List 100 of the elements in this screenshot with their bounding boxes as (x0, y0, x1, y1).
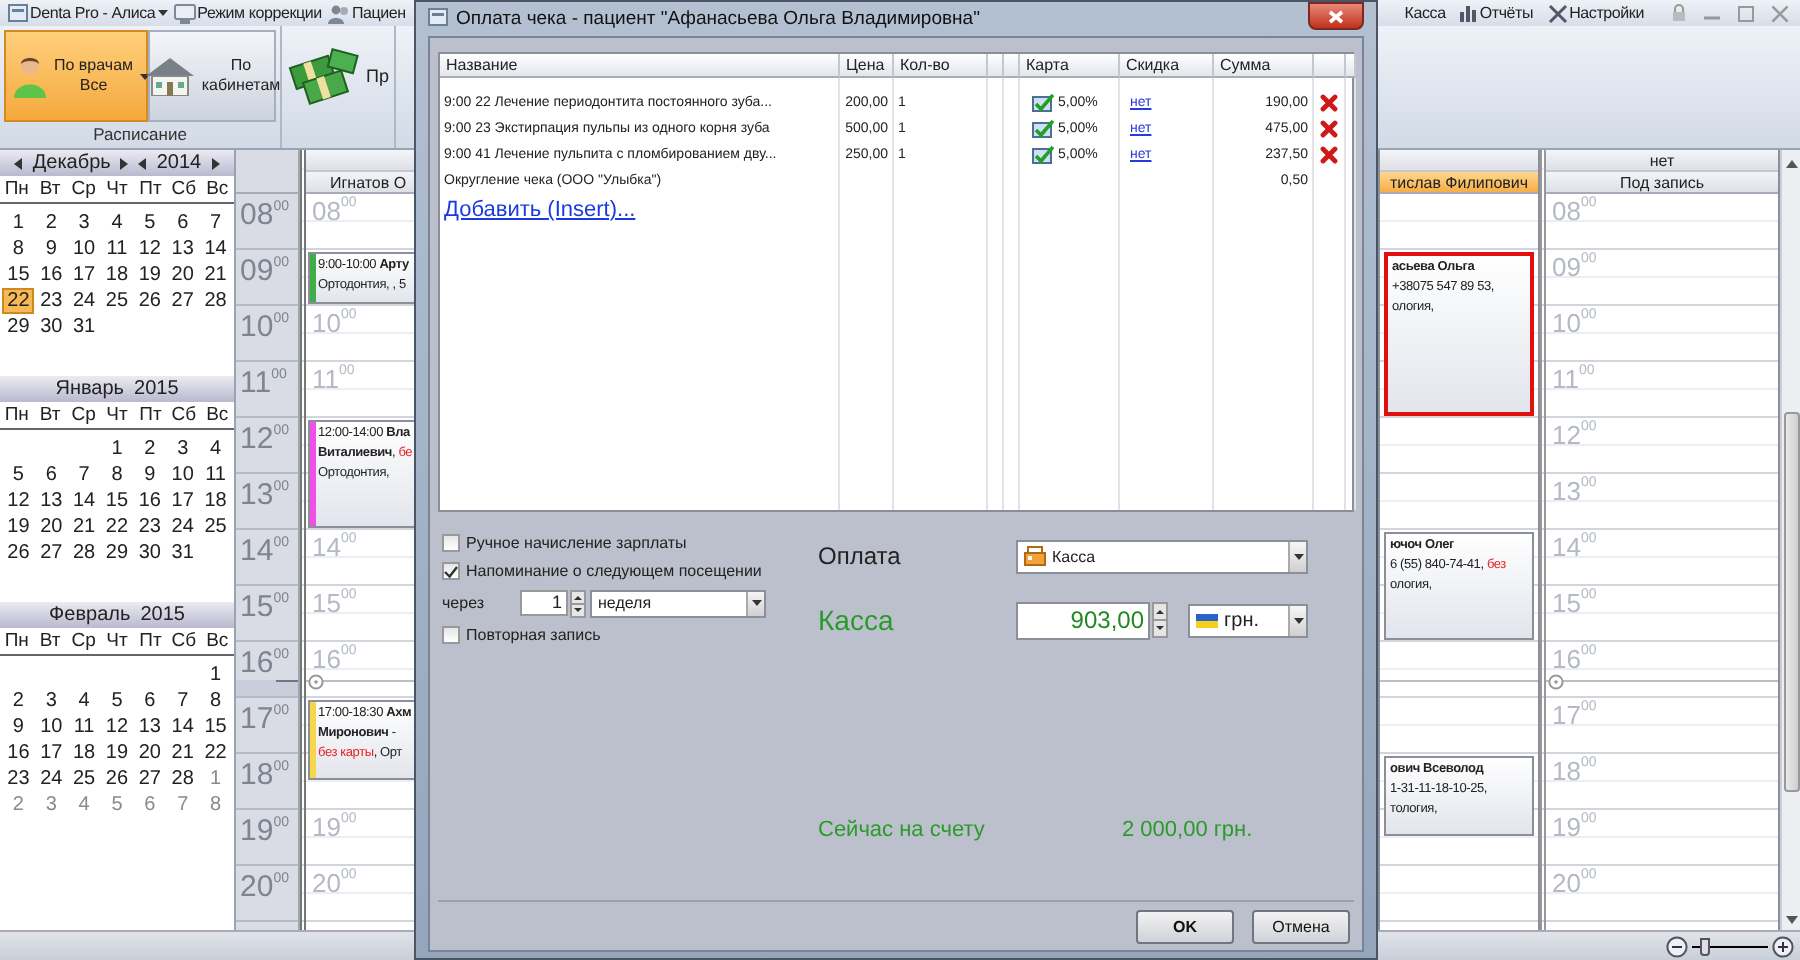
calendar-day[interactable]: 18 (100, 262, 134, 288)
calendar-day[interactable]: 27 (34, 540, 68, 566)
calendar-day[interactable]: 10 (166, 462, 200, 488)
calendar-day[interactable]: 11 (100, 236, 134, 262)
payment-method-dropdown[interactable]: Касса (1016, 539, 1308, 573)
previous-arrow-icon[interactable] (14, 157, 23, 169)
calendar-day[interactable]: 1 (2, 210, 35, 236)
calendar-day[interactable]: 14 (166, 714, 200, 740)
calendar-day[interactable]: 1 (100, 436, 134, 462)
calendar-day[interactable]: 26 (133, 288, 167, 314)
dropdown-button[interactable] (746, 591, 764, 615)
calendar-day[interactable]: 31 (67, 314, 101, 340)
column-header[interactable]: тислав Филипович (1380, 172, 1538, 194)
calendar-day[interactable]: 5 (2, 462, 35, 488)
spin-buttons-icon[interactable] (570, 589, 586, 617)
calendar-day[interactable]: 17 (67, 262, 101, 288)
app-menu[interactable]: Denta Pro - Алиса (8, 4, 168, 22)
calendar-day[interactable]: 28 (166, 766, 200, 792)
calendar-day[interactable]: 19 (100, 740, 134, 766)
calendar-day[interactable]: 19 (2, 514, 35, 540)
calendar-day[interactable]: 13 (166, 236, 200, 262)
checkbox[interactable] (442, 562, 460, 580)
previous-arrow-icon[interactable] (138, 157, 147, 169)
calendar-day[interactable]: 20 (133, 740, 167, 766)
calendar-day[interactable]: 1 (199, 766, 232, 792)
calendar-day[interactable]: 25 (67, 766, 101, 792)
calendar-day[interactable]: 7 (67, 462, 101, 488)
toolbar-command[interactable]: Касса (1404, 4, 1446, 22)
column-header[interactable]: Под запись (1546, 172, 1778, 194)
next-arrow-icon[interactable] (211, 157, 220, 169)
currency-dropdown[interactable]: грн. (1188, 603, 1308, 637)
calendar-day[interactable]: 5 (100, 688, 134, 714)
calendar-day[interactable]: 6 (133, 688, 167, 714)
calendar-day[interactable]: 2 (2, 688, 35, 714)
checkbox[interactable] (442, 534, 460, 552)
calendar-day[interactable]: 30 (133, 540, 167, 566)
calendar-day[interactable]: 21 (199, 262, 232, 288)
calendar-day[interactable]: 9 (34, 236, 68, 262)
column-header[interactable]: Карта (1020, 54, 1120, 78)
toolbar-command[interactable]: Настройки (1547, 3, 1644, 23)
calendar-day[interactable]: 24 (67, 288, 101, 314)
calendar-day[interactable]: 10 (67, 236, 101, 262)
ok-button[interactable]: OK (1136, 909, 1234, 943)
calendar-day[interactable]: 30 (34, 314, 68, 340)
calendar-day[interactable]: 15 (2, 262, 35, 288)
calendar-day[interactable]: 24 (166, 514, 200, 540)
calendar-day[interactable]: 7 (166, 792, 200, 818)
ribbon-button[interactable]: По врачам Все (4, 30, 148, 122)
calendar-day[interactable]: 20 (34, 514, 68, 540)
calendar-day[interactable]: 2 (34, 210, 68, 236)
calendar-day[interactable]: 23 (34, 288, 68, 314)
calendar-day[interactable]: 21 (67, 514, 101, 540)
calendar-day[interactable]: 26 (2, 540, 35, 566)
calendar-day[interactable]: 27 (166, 288, 200, 314)
delete-icon[interactable] (1320, 120, 1338, 138)
next-arrow-icon[interactable] (120, 157, 129, 169)
column-header[interactable]: Скидка (1120, 54, 1214, 78)
calendar-day[interactable]: 12 (2, 488, 35, 514)
calendar-day[interactable]: 29 (100, 540, 134, 566)
calendar-day[interactable]: 28 (67, 540, 101, 566)
amount-field[interactable]: 903,00 (1016, 601, 1150, 639)
calendar-day[interactable]: 6 (166, 210, 200, 236)
calendar-day[interactable]: 17 (34, 740, 68, 766)
calendar-day[interactable]: 14 (67, 488, 101, 514)
calendar-day[interactable]: 18 (199, 488, 232, 514)
caret-icon[interactable] (157, 10, 168, 16)
calendar-day[interactable]: 27 (133, 766, 167, 792)
count-field[interactable]: 1 (520, 590, 568, 616)
calendar-day[interactable]: 7 (199, 210, 232, 236)
calendar-day[interactable]: 14 (199, 236, 232, 262)
calendar-day[interactable]: 16 (2, 740, 35, 766)
calendar-day[interactable]: 20 (166, 262, 200, 288)
calendar-day[interactable]: 23 (133, 514, 167, 540)
calendar-day[interactable]: 22 (2, 288, 35, 314)
cancel-button[interactable]: Отмена (1252, 909, 1350, 943)
calendar-day[interactable]: 8 (2, 236, 35, 262)
calendar-day[interactable]: 15 (199, 714, 232, 740)
calendar-day[interactable]: 11 (67, 714, 101, 740)
calendar-day[interactable]: 25 (199, 514, 232, 540)
scroll-down-icon[interactable] (1785, 916, 1797, 924)
calendar-day[interactable]: 7 (166, 688, 200, 714)
calendar-day[interactable]: 4 (199, 436, 232, 462)
zoom-slider[interactable] (1692, 937, 1768, 955)
calendar-day[interactable]: 15 (100, 488, 134, 514)
column-header[interactable]: Название (440, 54, 840, 78)
calendar-day[interactable]: 13 (133, 714, 167, 740)
unit-dropdown[interactable]: неделя (590, 589, 766, 617)
calendar-day[interactable]: 12 (100, 714, 134, 740)
calendar-day[interactable]: 23 (2, 766, 35, 792)
calendar-day[interactable]: 22 (100, 514, 134, 540)
calendar-day[interactable]: 1 (199, 662, 232, 688)
calendar-day[interactable]: 18 (67, 740, 101, 766)
calendar-day[interactable]: 8 (100, 462, 134, 488)
calendar-day[interactable]: 24 (34, 766, 68, 792)
calendar-day[interactable]: 6 (34, 462, 68, 488)
scroll-up-icon[interactable] (1785, 160, 1797, 168)
delete-icon[interactable] (1320, 146, 1338, 164)
column-header[interactable]: Цена (840, 54, 894, 78)
toolbar-command[interactable]: Пациен (327, 3, 406, 23)
calendar-day[interactable]: 16 (133, 488, 167, 514)
